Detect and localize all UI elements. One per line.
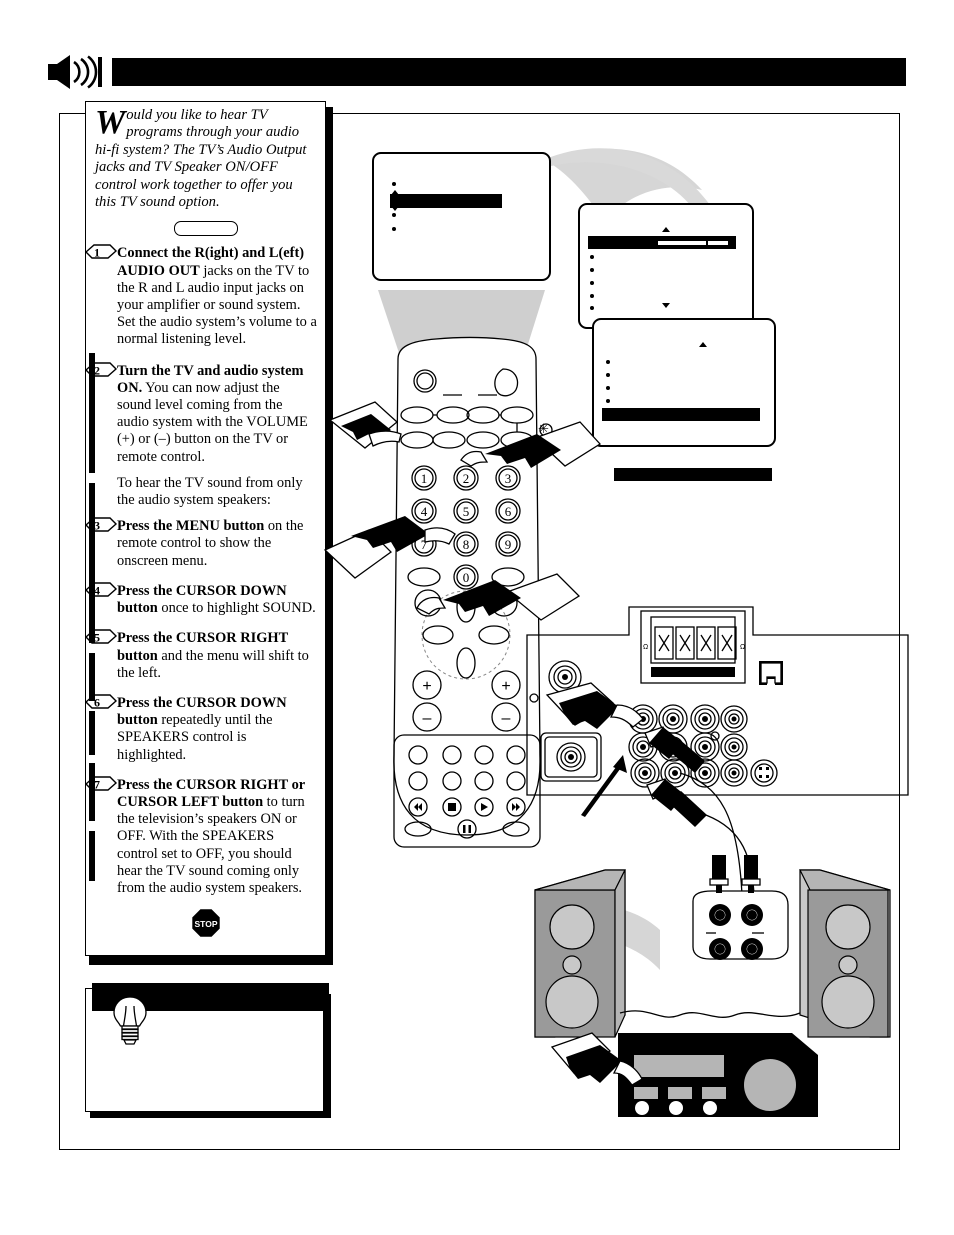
amplifier-input-plate <box>692 890 789 960</box>
step-2: 2 Turn the TV and audio system ON. You c… <box>84 361 317 466</box>
lightbulb-icon <box>107 986 153 1046</box>
step-6: 6 Press the CURSOR DOWN button repeatedl… <box>84 694 317 764</box>
stop-icon: STOP <box>190 907 222 939</box>
svg-text:–: – <box>423 710 432 727</box>
hand-cursor-icon <box>460 421 602 468</box>
modular-jack <box>759 661 783 685</box>
osd-highlight-row <box>390 194 502 208</box>
hand-cursor-icon <box>328 401 402 449</box>
manual-page: W ould you like to hear TV programs thro… <box>0 0 954 1235</box>
osd-item-dot <box>590 281 594 285</box>
step-1: 1 Connect the R(ight) and L(eft) AUDIO O… <box>84 244 317 348</box>
step-connector-bar <box>89 353 95 473</box>
tip-box <box>85 983 331 1118</box>
svg-text:–: – <box>502 710 511 727</box>
osd-item-dot <box>590 294 594 298</box>
amplifier-receiver <box>618 1033 818 1117</box>
rca-plug <box>709 855 729 893</box>
page-header-title <box>112 58 906 63</box>
osd-item-dot <box>590 255 594 259</box>
step-connector-bar <box>89 831 95 881</box>
step-2-text: You can now adjust the sound level comin… <box>117 379 308 465</box>
callout-arrow <box>581 755 627 817</box>
step-5: 5 Press the CURSOR RIGHT button and the … <box>84 629 317 682</box>
audio-system <box>534 855 891 1117</box>
step-number-badge: 1 <box>83 243 118 261</box>
speaker-terminal-block: Ω Ω <box>640 610 746 684</box>
osd-item-dot <box>590 306 594 310</box>
right-speaker <box>799 869 891 1038</box>
hand-cursor-icon <box>323 516 456 579</box>
osd-item-dot <box>392 182 396 186</box>
step-connector-bar <box>89 763 95 821</box>
osd-down-arrow-icon <box>662 303 670 308</box>
osd-item-dot <box>392 213 396 217</box>
osd-down-arrow-icon <box>391 206 399 211</box>
svg-text:Ω: Ω <box>643 644 648 651</box>
rca-plug <box>741 855 761 893</box>
stop-badge-wrap: STOP <box>95 907 317 944</box>
left-speaker <box>534 869 626 1038</box>
step-3: 3 Press the MENU button on the remote co… <box>84 517 317 570</box>
osd-up-arrow-icon <box>662 227 670 232</box>
illustration-area: ✳ 1 2 3 4 5 6 7 8 9 0 + + – – Ω Ω <box>323 130 910 1140</box>
step-3-bold: Press the MENU button <box>117 518 265 535</box>
osd-screen-2 <box>578 203 756 331</box>
hand-cursor-icon <box>545 682 644 729</box>
osd-up-arrow-icon <box>391 190 399 195</box>
step-7: 7 Press the CURSOR RIGHT or CURSOR LEFT … <box>84 776 317 897</box>
page-header-bar <box>112 58 906 86</box>
osd-slider[interactable] <box>658 239 728 247</box>
step-4-text: once to highlight SOUND. <box>157 600 316 617</box>
osd-screen-1 <box>372 152 553 283</box>
speaker-sound-icon <box>46 54 104 90</box>
stop-label: STOP <box>195 919 218 929</box>
svg-text:Ω: Ω <box>740 644 745 651</box>
mid-note: To hear the TV sound from only the audio… <box>117 474 303 509</box>
osd-item-dot <box>392 227 396 231</box>
step-connector-bar <box>89 711 95 755</box>
intro-paragraph: W ould you like to hear TV programs thro… <box>95 104 317 211</box>
instruction-panel: W ould you like to hear TV programs thro… <box>84 101 333 965</box>
intro-text: ould you like to hear TV programs throug… <box>95 107 307 211</box>
step-number-1: 1 <box>94 246 100 260</box>
step-connector-bar <box>89 483 95 643</box>
step-connector-bar <box>89 653 95 701</box>
osd-item-dot <box>590 268 594 272</box>
intro-dropcap: W <box>95 104 126 141</box>
step-4: 4 Press the CURSOR DOWN button once to h… <box>84 582 317 617</box>
divider-pill <box>174 221 238 237</box>
antenna-connector-boxed <box>540 732 602 782</box>
